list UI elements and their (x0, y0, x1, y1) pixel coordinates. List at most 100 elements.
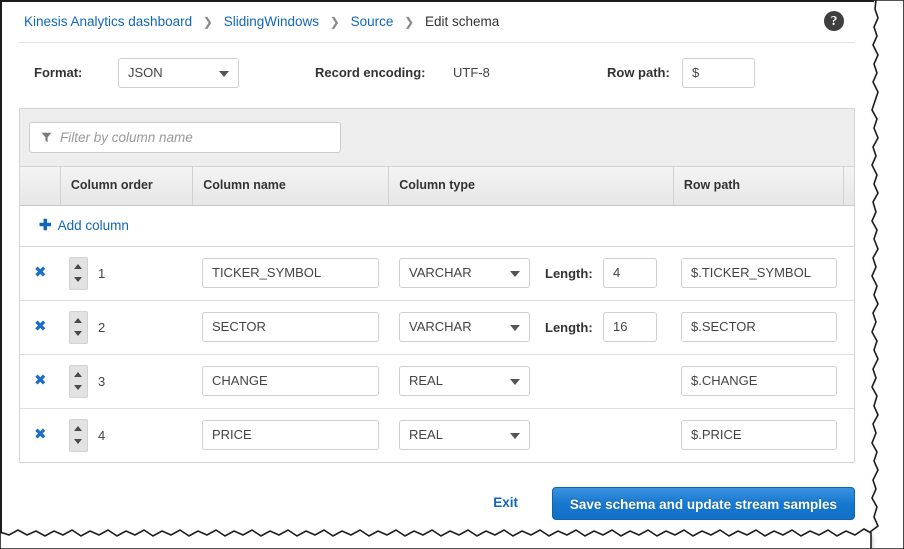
th-row-path[interactable]: Row path (673, 167, 843, 205)
length-label: Length: (545, 301, 593, 354)
breadcrumb-item-dashboard[interactable]: Kinesis Analytics dashboard (24, 14, 192, 29)
save-schema-button[interactable]: Save schema and update stream samples (552, 487, 855, 520)
column-type-cell: VARCHARLength:4 (390, 247, 676, 300)
chevron-down-icon[interactable] (74, 385, 82, 390)
plus-icon: ✚ (39, 217, 52, 234)
column-type-cell: REAL (390, 409, 676, 462)
torn-right-edge (870, 0, 904, 549)
column-type-select[interactable]: VARCHAR (399, 312, 530, 342)
column-type-select[interactable]: VARCHAR (399, 258, 530, 288)
exit-button[interactable]: Exit (493, 495, 518, 510)
column-order-cell: 2 (60, 301, 193, 354)
th-spacer (843, 167, 854, 205)
breadcrumb-item-edit-schema: Edit schema (425, 14, 499, 29)
row-path-input[interactable]: $.SECTOR (681, 312, 837, 342)
format-select[interactable]: JSON (118, 58, 239, 88)
format-bar: Format: JSON Record encoding: UTF-8 Row … (19, 56, 859, 92)
length-input[interactable]: 16 (603, 312, 657, 342)
th-column-type[interactable]: Column type (388, 167, 673, 205)
edit-schema-page: Kinesis Analytics dashboard ❯ SlidingWin… (0, 0, 874, 532)
column-order-value: 3 (98, 355, 105, 408)
column-type-select[interactable]: REAL (399, 420, 530, 450)
column-order-value: 2 (98, 301, 105, 354)
column-name-cell: SECTOR (193, 301, 390, 354)
column-name-cell: CHANGE (193, 355, 390, 408)
chevron-down-icon[interactable] (74, 331, 82, 336)
funnel-icon (41, 132, 52, 144)
breadcrumb-item-slidingwindows[interactable]: SlidingWindows (224, 14, 319, 29)
row-actions-cell: ✖ (20, 355, 60, 408)
row-spacer-cell (847, 355, 854, 408)
format-select-value: JSON (128, 59, 163, 87)
delete-column-icon[interactable]: ✖ (34, 427, 47, 442)
delete-column-icon[interactable]: ✖ (34, 373, 47, 388)
row-spacer-cell (847, 301, 854, 354)
column-order-value: 1 (98, 247, 105, 300)
chevron-up-icon[interactable] (74, 318, 82, 323)
row-path-cell: $.TICKER_SYMBOL (676, 247, 847, 300)
chevron-down-icon (219, 71, 229, 77)
column-type-value: REAL (409, 367, 443, 395)
chevron-up-icon[interactable] (74, 372, 82, 377)
header-divider (19, 42, 855, 43)
delete-column-icon[interactable]: ✖ (34, 265, 47, 280)
order-stepper[interactable] (69, 365, 88, 398)
column-name-input[interactable]: TICKER_SYMBOL (202, 258, 379, 288)
filter-input[interactable]: Filter by column name (29, 122, 341, 153)
column-type-value: VARCHAR (409, 259, 472, 287)
table-row: ✖ 3 CHANGE REAL $.CHANGE (20, 355, 854, 409)
order-stepper[interactable] (69, 419, 88, 452)
row-spacer-cell (847, 409, 854, 462)
row-path-input[interactable]: $ (682, 58, 755, 88)
table-toolbar: Filter by column name (20, 109, 854, 167)
order-stepper[interactable] (69, 257, 88, 290)
column-order-cell: 3 (60, 355, 193, 408)
delete-column-icon[interactable]: ✖ (34, 319, 47, 334)
filter-placeholder: Filter by column name (60, 123, 193, 152)
length-input[interactable]: 4 (603, 258, 657, 288)
row-actions-cell: ✖ (20, 409, 60, 462)
order-stepper[interactable] (69, 311, 88, 344)
help-icon[interactable]: ? (824, 11, 844, 31)
row-path-cell: $.PRICE (676, 409, 847, 462)
column-name-cell: TICKER_SYMBOL (193, 247, 390, 300)
record-encoding-label: Record encoding: (315, 56, 426, 90)
screenshot-root: Kinesis Analytics dashboard ❯ SlidingWin… (0, 0, 904, 549)
add-column-button[interactable]: ✚ Add column (39, 206, 129, 246)
breadcrumb-separator-icon: ❯ (330, 15, 340, 29)
chevron-down-icon[interactable] (74, 439, 82, 444)
column-name-input[interactable]: PRICE (202, 420, 379, 450)
th-column-name[interactable]: Column name (192, 167, 388, 205)
form-footer: Exit Save schema and update stream sampl… (19, 487, 855, 527)
chevron-up-icon[interactable] (74, 264, 82, 269)
add-column-row: ✚ Add column (20, 206, 854, 247)
schema-table-panel: Filter by column name Column order Colum… (19, 108, 855, 463)
format-label: Format: (34, 56, 82, 90)
record-encoding-value: UTF-8 (453, 56, 490, 90)
column-name-input[interactable]: CHANGE (202, 366, 379, 396)
column-type-select[interactable]: REAL (399, 366, 530, 396)
column-type-value: REAL (409, 421, 443, 449)
breadcrumb-separator-icon: ❯ (203, 15, 213, 29)
row-path-input[interactable]: $.CHANGE (681, 366, 837, 396)
row-actions-cell: ✖ (20, 301, 60, 354)
column-order-cell: 4 (60, 409, 193, 462)
chevron-down-icon[interactable] (74, 277, 82, 282)
add-column-label: Add column (58, 218, 129, 233)
breadcrumb-item-source[interactable]: Source (351, 14, 394, 29)
row-path-input[interactable]: $.PRICE (681, 420, 837, 450)
chevron-down-icon (510, 325, 520, 331)
chevron-down-icon (510, 433, 520, 439)
row-path-cell: $.SECTOR (676, 301, 847, 354)
column-order-value: 4 (98, 409, 105, 462)
column-order-cell: 1 (60, 247, 193, 300)
chevron-down-icon (510, 271, 520, 277)
column-type-cell: VARCHAR Length: 16 (390, 301, 676, 354)
row-path-input[interactable]: $.TICKER_SYMBOL (681, 258, 837, 288)
th-column-order[interactable]: Column order (60, 167, 192, 205)
row-spacer-cell (847, 247, 854, 300)
column-name-cell: PRICE (193, 409, 390, 462)
chevron-up-icon[interactable] (74, 426, 82, 431)
column-type-value: VARCHAR (409, 313, 472, 341)
column-name-input[interactable]: SECTOR (202, 312, 379, 342)
